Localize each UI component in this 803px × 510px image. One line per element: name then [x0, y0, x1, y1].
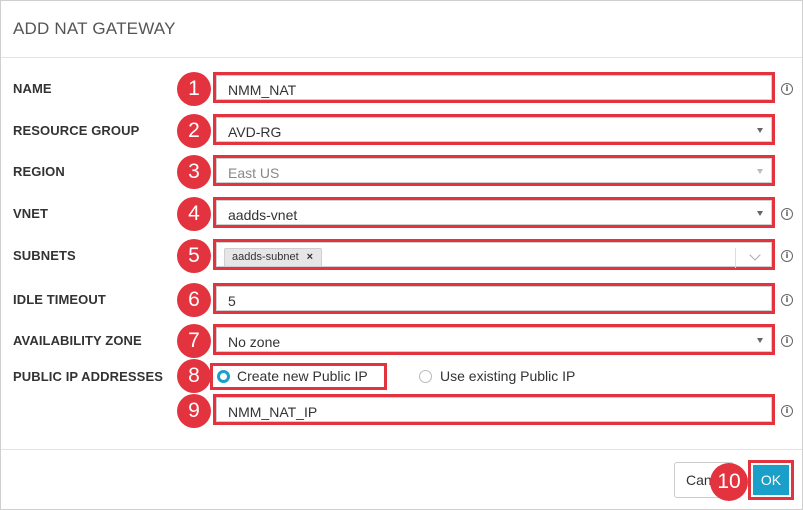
- ok-highlight: OK: [748, 460, 794, 500]
- remove-chip-icon[interactable]: ×: [307, 251, 313, 263]
- public-ip-label: PUBLIC IP ADDRESSES: [13, 369, 163, 384]
- step-badge-7: 7: [177, 324, 211, 358]
- vnet-label: VNET: [13, 206, 49, 221]
- subnets-multiselect[interactable]: aadds-subnet ×: [213, 239, 775, 270]
- divider: [735, 248, 736, 268]
- region-value: East US: [228, 165, 280, 181]
- availability-zone-info-icon[interactable]: i: [781, 335, 793, 347]
- ok-button[interactable]: OK: [753, 465, 789, 495]
- create-new-public-ip-radio[interactable]: [217, 370, 230, 383]
- subnets-label: SUBNETS: [13, 248, 76, 263]
- name-info-icon[interactable]: i: [781, 83, 793, 95]
- use-existing-public-ip-radio[interactable]: [419, 370, 432, 383]
- idle-timeout-input[interactable]: 5: [213, 283, 775, 314]
- step-badge-6: 6: [177, 283, 211, 317]
- dialog-title: ADD NAT GATEWAY: [13, 19, 176, 38]
- step-badge-2: 2: [177, 114, 211, 148]
- region-label: REGION: [13, 164, 65, 179]
- region-select: East US: [213, 155, 775, 186]
- resource-group-label: RESOURCE GROUP: [13, 123, 140, 138]
- create-new-public-ip-label[interactable]: Create new Public IP: [237, 368, 368, 384]
- add-nat-gateway-dialog: ADD NAT GATEWAY NAME 1 NMM_NAT i RESOURC…: [0, 0, 803, 510]
- vnet-select[interactable]: aadds-vnet: [213, 197, 775, 228]
- step-badge-4: 4: [177, 197, 211, 231]
- subnets-info-icon[interactable]: i: [781, 250, 793, 262]
- use-existing-public-ip-label[interactable]: Use existing Public IP: [440, 368, 575, 384]
- step-badge-9: 9: [177, 394, 211, 428]
- public-ip-name-input[interactable]: NMM_NAT_IP: [213, 394, 775, 425]
- idle-timeout-info-icon[interactable]: i: [781, 294, 793, 306]
- availability-zone-select[interactable]: No zone: [213, 324, 775, 355]
- idle-timeout-label: IDLE TIMEOUT: [13, 292, 106, 307]
- subnet-chip: aadds-subnet ×: [224, 248, 323, 267]
- step-badge-10: 10: [710, 463, 748, 501]
- name-input[interactable]: NMM_NAT: [213, 72, 775, 103]
- availability-zone-value: No zone: [228, 334, 281, 350]
- caret-down-icon: [757, 169, 763, 174]
- public-ip-info-icon[interactable]: i: [781, 405, 793, 417]
- name-label: NAME: [13, 81, 52, 96]
- step-badge-3: 3: [177, 155, 211, 189]
- availability-zone-label: AVAILABILITY ZONE: [13, 333, 142, 348]
- name-input-value: NMM_NAT: [228, 82, 297, 98]
- dialog-header: ADD NAT GATEWAY: [1, 1, 802, 58]
- step-badge-1: 1: [177, 72, 211, 106]
- public-ip-name-value: NMM_NAT_IP: [228, 404, 318, 420]
- chevron-down-icon[interactable]: [749, 249, 761, 261]
- resource-group-value: AVD-RG: [228, 124, 282, 140]
- caret-down-icon: [757, 128, 763, 133]
- idle-timeout-value: 5: [228, 293, 236, 309]
- caret-down-icon: [757, 211, 763, 216]
- step-badge-5: 5: [177, 239, 211, 273]
- resource-group-select[interactable]: AVD-RG: [213, 114, 775, 145]
- caret-down-icon: [757, 338, 763, 343]
- vnet-value: aadds-vnet: [228, 207, 298, 223]
- subnet-chip-label: aadds-subnet: [232, 251, 299, 263]
- vnet-info-icon[interactable]: i: [781, 208, 793, 220]
- step-badge-8: 8: [177, 359, 211, 393]
